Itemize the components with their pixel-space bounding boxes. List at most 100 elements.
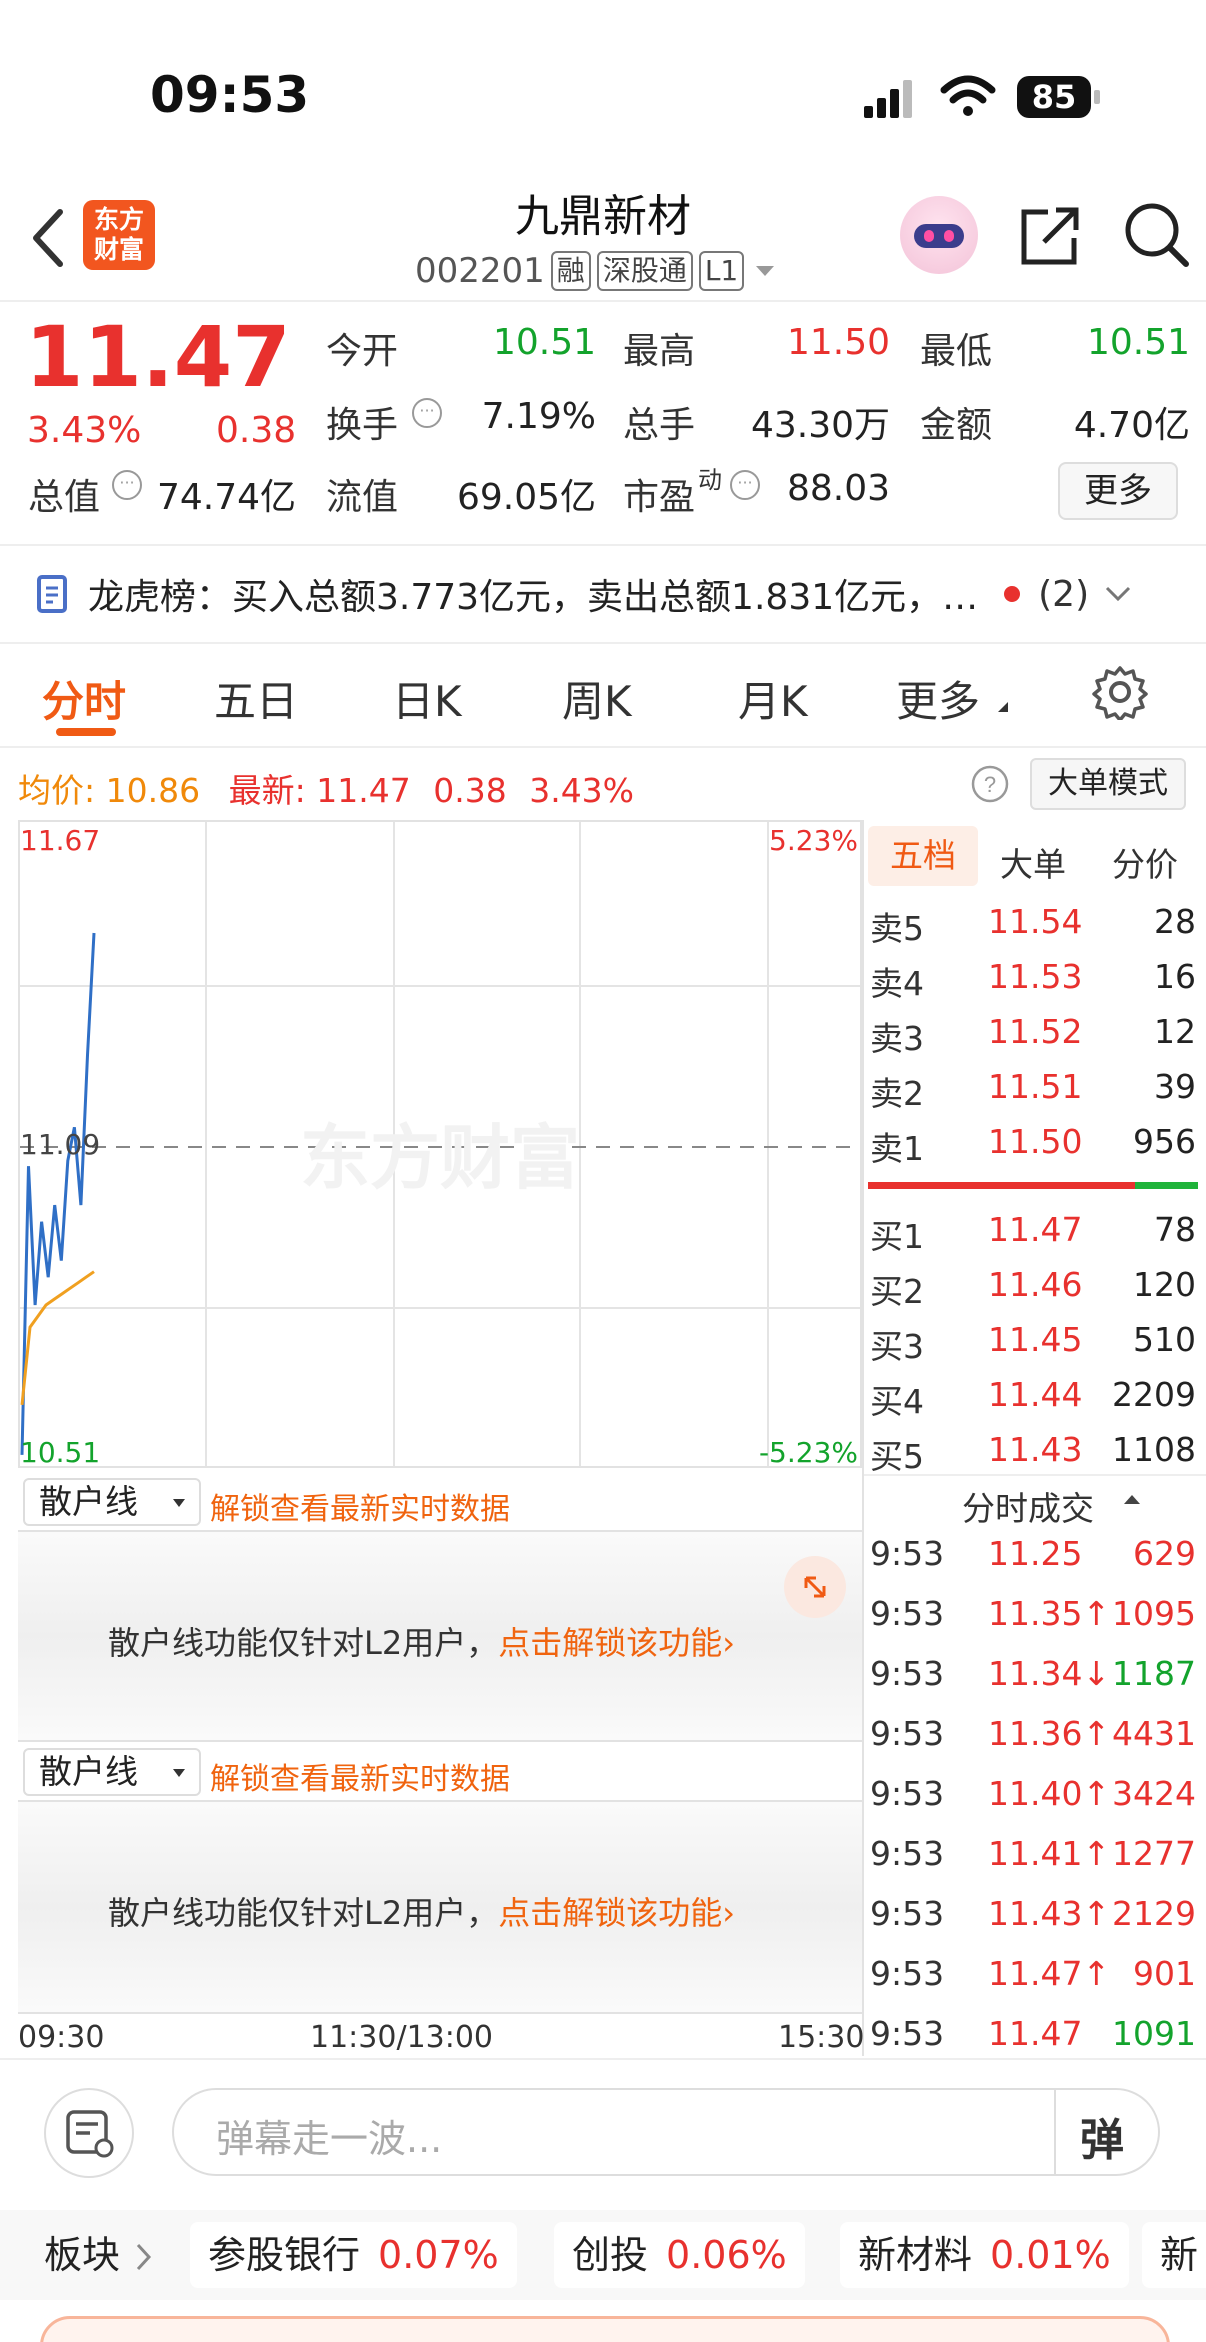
avg-label: 均价: (18, 771, 96, 810)
comment-list-button[interactable] (44, 2088, 134, 2178)
change-pct: 3.43% (27, 410, 142, 451)
level-label: 卖5 (870, 909, 924, 948)
sector-chip[interactable]: 创投 0.06% (554, 2222, 805, 2288)
sector-chip[interactable]: 新 (1142, 2222, 1206, 2288)
l2-message-text: 散户线功能仅针对L2用户， (108, 1624, 499, 1662)
indicator-select-1[interactable]: 散户线 (23, 1478, 201, 1526)
unlock-realtime-link-2[interactable]: 解锁查看最新实时数据 (210, 1754, 510, 1798)
level-label: 卖2 (870, 1074, 924, 1113)
sell-portion (1135, 1182, 1198, 1189)
help-icon[interactable]: ? (970, 764, 1010, 804)
expand-icon[interactable] (784, 1556, 846, 1618)
divider (0, 746, 1206, 748)
stock-code-row: 002201 融 深股通 L1 (415, 248, 780, 294)
order-book-row: 买5 11.43 1108 (868, 1430, 1198, 1485)
active-tab-indicator (56, 728, 116, 736)
sub-panel-header-1: 散户线 解锁查看最新实时数据 (18, 1474, 862, 1528)
unlock-realtime-link-1[interactable]: 解锁查看最新实时数据 (210, 1484, 510, 1528)
tab-intraday[interactable]: 分时 (42, 668, 126, 729)
dragon-tiger-banner[interactable]: 龙虎榜：买入总额3.773亿元，卖出总额1.831亿元，… (2) (0, 548, 1206, 640)
more-stats-button[interactable]: 更多 (1058, 462, 1178, 520)
dropdown-caret-icon[interactable] (750, 256, 780, 286)
trade-time: 9:53 (870, 1594, 945, 1633)
bottom-action-bar[interactable] (40, 2316, 1170, 2342)
robot-assistant-icon[interactable] (900, 196, 978, 274)
big-order-mode-button[interactable]: 大单模式 (1030, 758, 1186, 810)
tag-connect: 深股通 (596, 251, 693, 291)
indicator-select-label: 散户线 (39, 1752, 138, 1791)
trades-title[interactable]: 分时成交 (962, 1482, 1094, 1530)
chevron-down-icon[interactable] (1103, 582, 1133, 606)
tab-price-distribution[interactable]: 分价 (1112, 838, 1178, 886)
vertical-divider (862, 820, 864, 2056)
status-bar: 09:53 85 (0, 0, 1206, 180)
trade-row: 9:53 11.41↑ 1277 (868, 1834, 1198, 1889)
tab-weekly-k[interactable]: 周K (562, 668, 632, 729)
latest-value: 11.47 (316, 771, 411, 810)
level-volume: 12 (1154, 1012, 1196, 1051)
sector-chip[interactable]: 参股银行 0.07% (190, 2222, 517, 2288)
order-book-row: 卖4 11.53 16 (868, 957, 1198, 1012)
level-volume: 39 (1154, 1067, 1196, 1106)
tab-big-orders[interactable]: 大单 (1000, 838, 1066, 886)
stat-value: 11.50 (786, 322, 890, 363)
stat-label: 市盈 (623, 477, 696, 518)
level-volume: 120 (1133, 1265, 1196, 1304)
sector-name: 新材料 (858, 2233, 973, 2277)
unlock-feature-link-1[interactable]: 点击解锁该功能 (498, 1624, 722, 1662)
dropdown-arrow-icon (173, 1499, 185, 1507)
stat-label: 总手 (623, 405, 696, 446)
level-volume: 2209 (1112, 1375, 1196, 1414)
sub-panel-header-2: 散户线 解锁查看最新实时数据 (18, 1744, 862, 1798)
sector-label[interactable]: 板块 (44, 2222, 120, 2288)
trade-volume: 1091 (1112, 2014, 1196, 2053)
divider (0, 2058, 1206, 2060)
danmu-toggle-button[interactable]: 弹 (1080, 2104, 1124, 2168)
unlock-feature-link-2[interactable]: 点击解锁该功能 (498, 1894, 722, 1932)
info-dots-icon[interactable]: ··· (112, 470, 142, 500)
tag-margin: 融 (550, 251, 591, 291)
chevron-right-icon (136, 2243, 152, 2271)
indicator-select-2[interactable]: 散户线 (23, 1748, 201, 1796)
divider (0, 544, 1206, 546)
trade-price: 11.47↑ (988, 1954, 1111, 1993)
tab-monthly-k[interactable]: 月K (738, 668, 808, 729)
y-axis-mid: 11.09 (20, 1128, 101, 1161)
order-book-row: 卖2 11.51 39 (868, 1067, 1198, 1122)
trade-volume: 1277 (1112, 1834, 1196, 1873)
order-book-row: 买4 11.44 2209 (868, 1375, 1198, 1430)
info-dots-icon[interactable]: ··· (412, 398, 442, 428)
sector-name: 新 (1160, 2233, 1199, 2277)
share-icon[interactable] (1018, 204, 1084, 266)
trade-volume: 3424 (1112, 1774, 1196, 1813)
sector-chip[interactable]: 新材料 0.01% (840, 2222, 1129, 2288)
trade-time: 9:53 (870, 1894, 945, 1933)
intraday-chart[interactable]: 东方财富 11.67 11.09 10.51 5.23% -5.23% (18, 820, 862, 1469)
average-price-line (20, 1270, 95, 1406)
trade-time: 9:53 (870, 2014, 945, 2053)
search-icon[interactable] (1122, 200, 1192, 270)
danmu-input[interactable]: 弹幕走一波... 弹 (172, 2088, 1160, 2176)
tab-daily-k[interactable]: 日K (392, 668, 462, 729)
trade-time: 9:53 (870, 1834, 945, 1873)
indicator-select-label: 散户线 (39, 1482, 138, 1521)
tab-five-levels[interactable]: 五档 (868, 826, 978, 886)
trade-row: 9:53 11.35↑ 1095 (868, 1594, 1198, 1649)
sector-pct: 0.07% (378, 2233, 499, 2277)
level-label: 卖3 (870, 1019, 924, 1058)
chart-watermark: 东方财富 (300, 1119, 580, 1197)
settings-gear-icon[interactable] (1092, 664, 1148, 720)
tag-level: L1 (698, 251, 745, 291)
order-book-row: 买2 11.46 120 (868, 1265, 1198, 1320)
trade-time: 9:53 (870, 1714, 945, 1753)
level-volume: 16 (1154, 957, 1196, 996)
trade-volume: 629 (1133, 1534, 1196, 1573)
info-dots-icon[interactable]: ··· (730, 470, 760, 500)
dragon-tiger-text: 龙虎榜：买入总额3.773亿元，卖出总额1.831亿元，… (88, 577, 979, 618)
stat-label: 换手 (326, 405, 399, 446)
status-time: 09:53 (150, 66, 310, 124)
divider (862, 1474, 1206, 1476)
tab-more[interactable]: 更多 (896, 668, 980, 729)
tab-five-day[interactable]: 五日 (214, 668, 298, 729)
level-price: 11.52 (988, 1012, 1083, 1051)
